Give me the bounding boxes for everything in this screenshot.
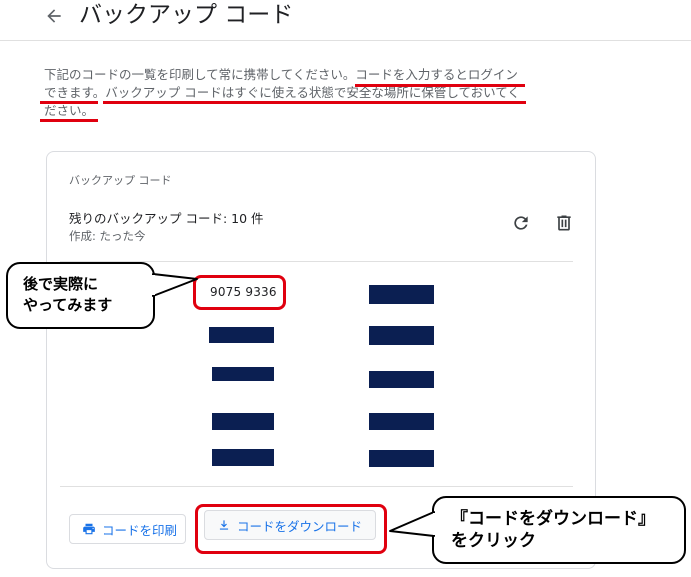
redacted-code xyxy=(369,413,434,430)
redacted-code xyxy=(212,413,274,430)
print-button-label: コードを印刷 xyxy=(102,522,178,538)
description: 下記のコードの一覧を印刷して常に携帯してください。コードを入力するとログイン で… xyxy=(44,66,534,120)
header: バックアップ コード xyxy=(0,0,691,41)
card-label: バックアップ コード xyxy=(69,174,172,187)
highlight-underline xyxy=(40,101,98,104)
page-title: バックアップ コード xyxy=(79,2,294,28)
highlight-underline xyxy=(40,119,98,122)
refresh-icon xyxy=(514,216,528,230)
annotation-text: 後で実際に xyxy=(23,275,99,293)
annotation-text: 『コードをダウンロード』 xyxy=(451,509,655,529)
printer-icon xyxy=(83,523,95,535)
redacted-code xyxy=(212,367,274,381)
highlight-frame xyxy=(193,275,286,310)
highlight-frame xyxy=(195,504,387,554)
highlight-underline xyxy=(355,84,525,87)
redacted-code xyxy=(369,285,434,304)
divider xyxy=(60,486,573,487)
delete-button[interactable] xyxy=(552,211,576,235)
description-line-1: 下記のコードの一覧を印刷して常に携帯してください。コードを入力するとログイン xyxy=(44,67,518,82)
annotation-callout: 『コードをダウンロード』 をクリック xyxy=(389,496,686,564)
arrow-left-icon[interactable] xyxy=(44,6,64,26)
redacted-code xyxy=(369,450,434,467)
description-line-3: ださい。 xyxy=(44,103,95,118)
redacted-code xyxy=(212,449,274,466)
refresh-button[interactable] xyxy=(509,211,533,235)
print-codes-button[interactable]: コードを印刷 xyxy=(69,514,186,544)
annotation-text: をクリック xyxy=(451,531,536,551)
redacted-code xyxy=(369,326,434,345)
created-time: 作成: たった今 xyxy=(69,229,146,243)
callout-pointer xyxy=(389,511,439,537)
annotation-callout: 後で実際に やってみます xyxy=(6,262,198,329)
trash-icon xyxy=(557,215,571,231)
remaining-codes-count: 残りのバックアップ コード: 10 件 xyxy=(69,211,264,226)
redacted-code xyxy=(209,327,274,343)
annotation-text: やってみます xyxy=(23,296,113,314)
highlight-underline xyxy=(103,101,526,104)
redacted-code xyxy=(369,371,434,388)
callout-pointer xyxy=(150,273,198,297)
